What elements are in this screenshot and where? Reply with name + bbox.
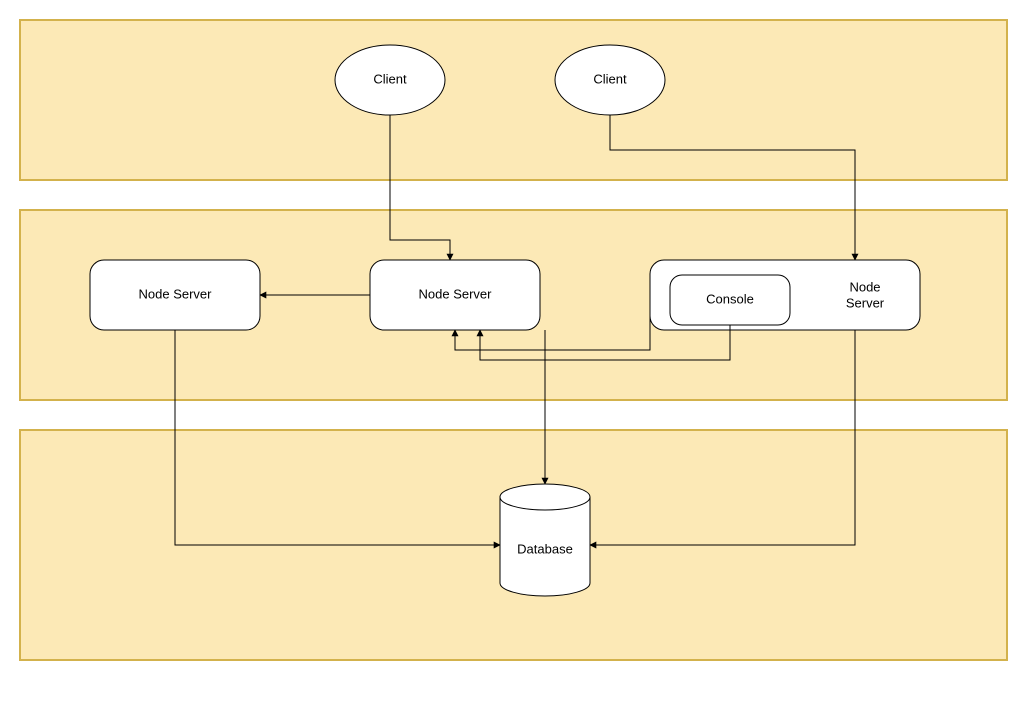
database-node: Database: [500, 484, 590, 596]
architecture-diagram: Client Client Node Server Node Server No…: [0, 0, 1027, 707]
client-right-node: Client: [555, 45, 665, 115]
node-server-right-label-line2: Server: [846, 295, 885, 310]
node-server-left: Node Server: [90, 260, 260, 330]
client-right-label: Client: [593, 71, 627, 86]
node-server-mid-label: Node Server: [419, 286, 493, 301]
database-label: Database: [517, 541, 573, 556]
console-node: Console: [670, 275, 790, 325]
client-tier: [20, 20, 1007, 180]
node-server-mid: Node Server: [370, 260, 540, 330]
node-server-left-label: Node Server: [139, 286, 213, 301]
node-server-right: Node Server Console: [650, 260, 920, 330]
console-label: Console: [706, 291, 754, 306]
client-left-label: Client: [373, 71, 407, 86]
client-left-node: Client: [335, 45, 445, 115]
node-server-right-label-line1: Node: [849, 279, 880, 294]
